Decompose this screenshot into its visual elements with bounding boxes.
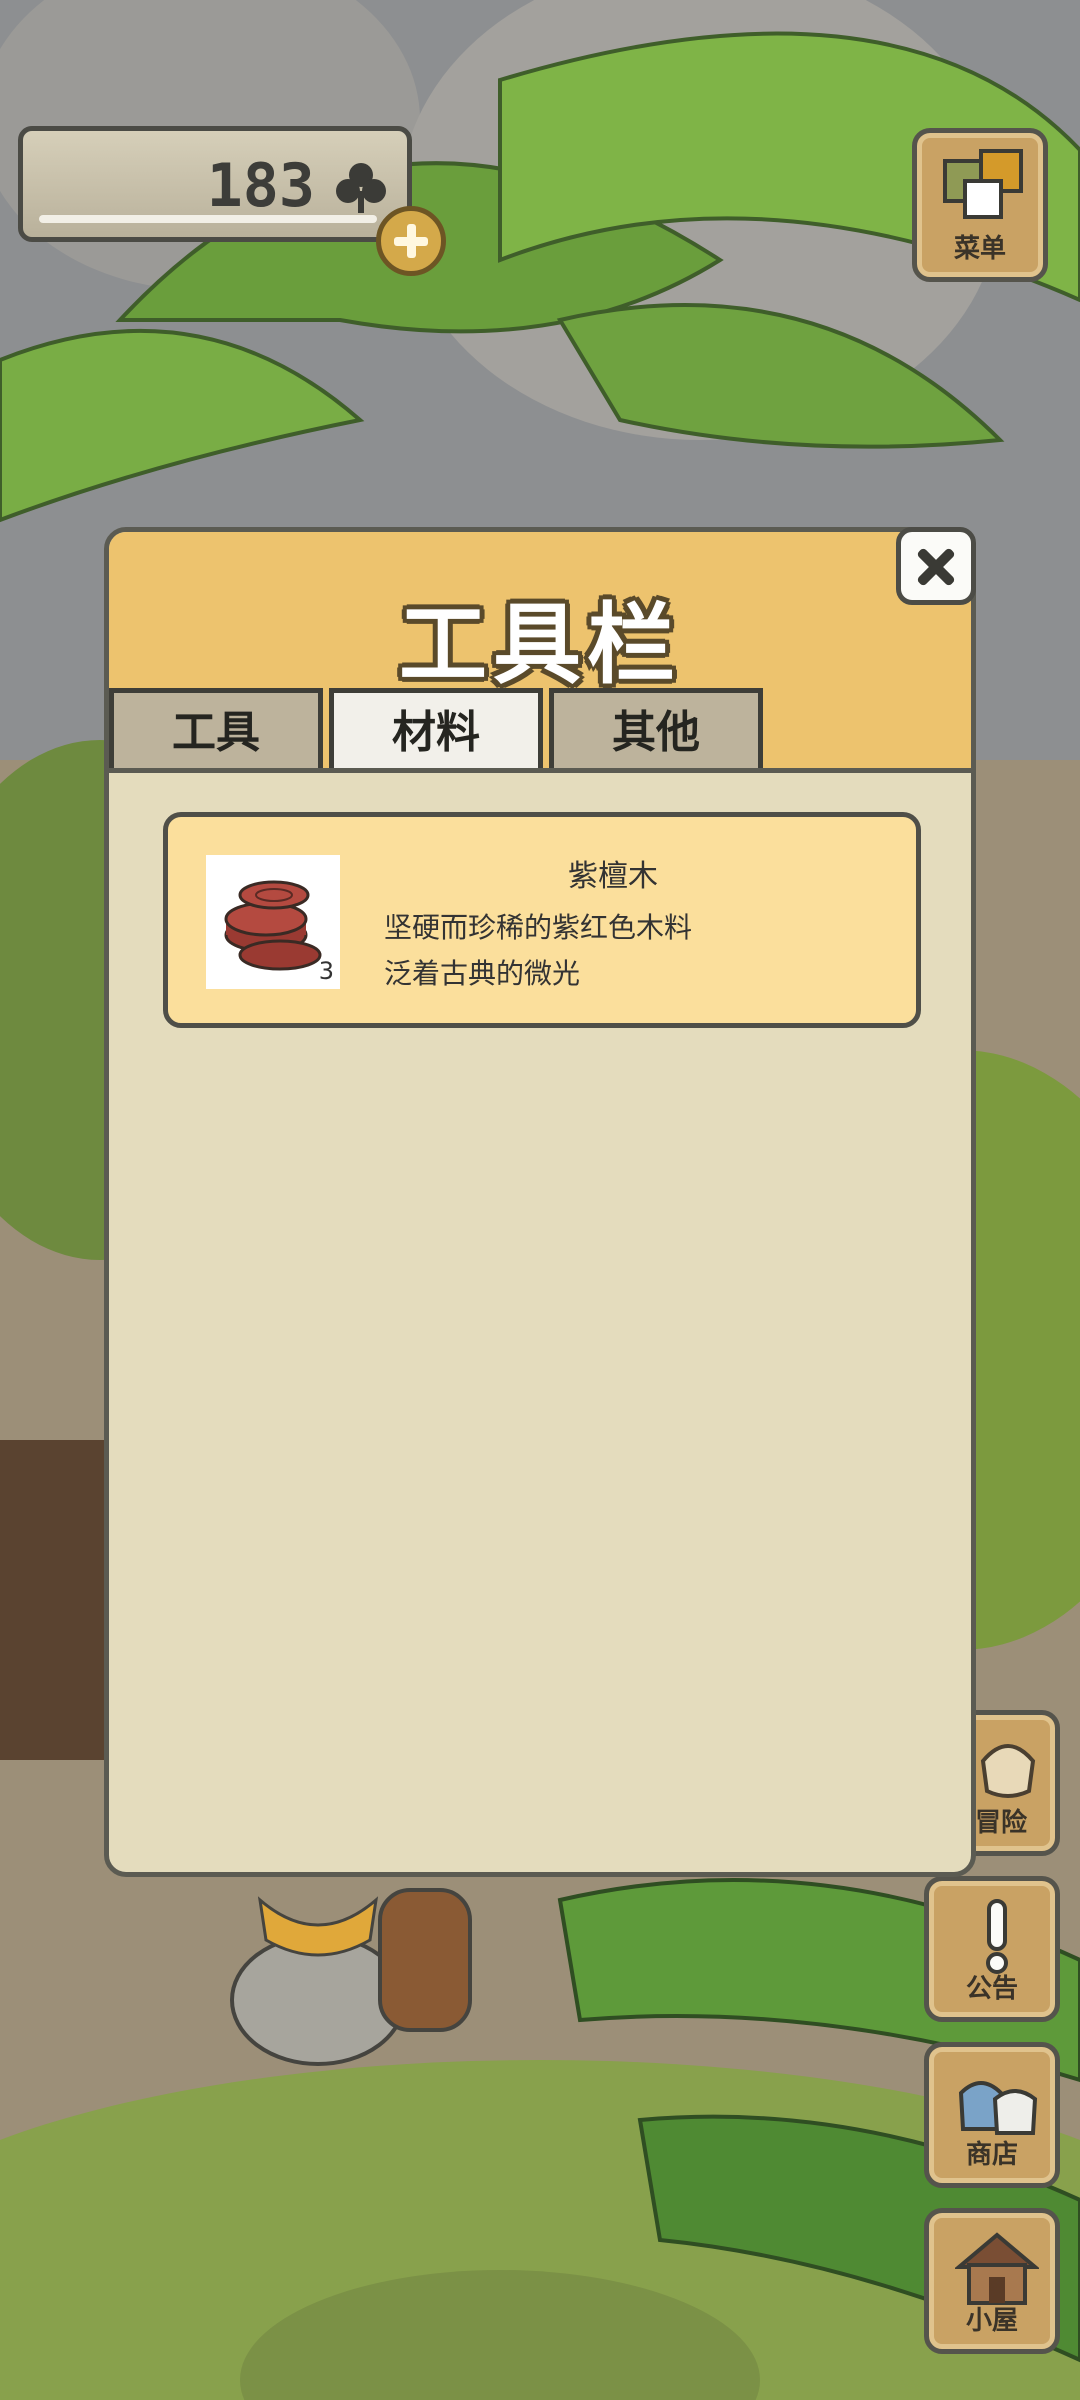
clover-icon bbox=[336, 163, 386, 213]
shop-button[interactable]: 商店 bbox=[924, 2042, 1060, 2188]
list-item[interactable]: 3 紫檀木 坚硬而珍稀的紫红色木料 泛着古典的微光 bbox=[163, 812, 921, 1028]
notice-label: 公告 bbox=[965, 1974, 1018, 2004]
tab-other[interactable]: 其他 bbox=[549, 688, 763, 772]
toolbar-dialog: 工具栏 工具 材料 其他 3 紫檀木 坚硬而珍稀的紫红色木料 泛着古典的微光 bbox=[104, 527, 976, 1877]
tab-tools[interactable]: 工具 bbox=[109, 688, 323, 772]
tab-divider bbox=[109, 768, 971, 773]
item-description: 坚硬而珍稀的紫红色木料 泛着古典的微光 bbox=[384, 905, 692, 997]
notice-button[interactable]: 公告 bbox=[924, 1876, 1060, 2022]
house-icon bbox=[955, 2232, 1039, 2305]
close-button[interactable] bbox=[896, 527, 976, 605]
house-label: 小屋 bbox=[965, 2306, 1018, 2336]
tab-materials[interactable]: 材料 bbox=[329, 688, 543, 772]
rosewood-item-icon: 3 bbox=[206, 855, 340, 989]
item-name: 紫檀木 bbox=[568, 859, 658, 894]
add-clover-button[interactable] bbox=[376, 206, 446, 276]
bag-icon bbox=[980, 1744, 1036, 1798]
shop-bags-icon bbox=[958, 2081, 1038, 2135]
clover-counter: 183 bbox=[18, 126, 412, 242]
dialog-title: 工具栏 bbox=[398, 593, 681, 696]
menu-button[interactable]: 菜单 bbox=[912, 128, 1048, 282]
menu-icon bbox=[943, 149, 1023, 219]
house-button[interactable]: 小屋 bbox=[924, 2208, 1060, 2354]
item-count: 3 bbox=[318, 957, 334, 985]
item-description-line-2: 泛着古典的微光 bbox=[384, 957, 581, 990]
menu-label: 菜单 bbox=[953, 234, 1006, 264]
clover-amount: 183 bbox=[206, 151, 315, 221]
exclamation-icon bbox=[986, 1899, 1008, 1974]
item-description-line-1: 坚硬而珍稀的紫红色木料 bbox=[384, 911, 693, 944]
shop-label: 商店 bbox=[965, 2140, 1018, 2170]
counter-underline bbox=[39, 215, 377, 223]
